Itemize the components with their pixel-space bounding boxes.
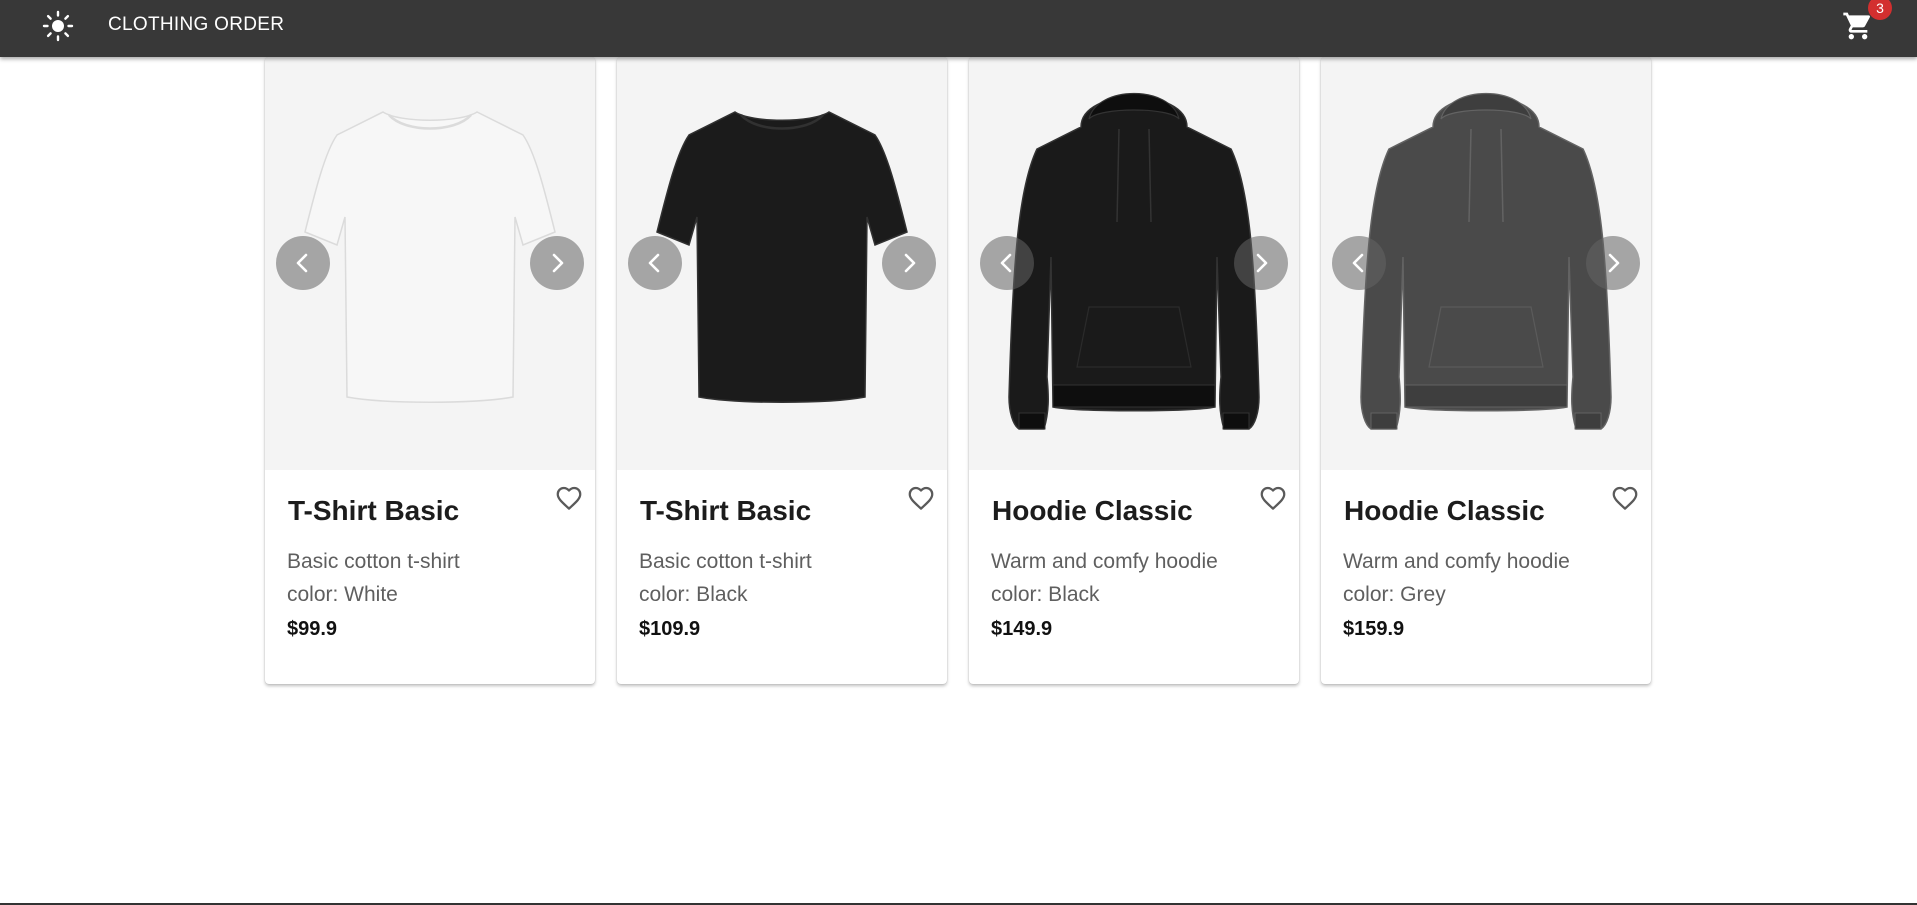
heart-outline-icon: [1612, 486, 1638, 510]
hoodie-waistband: [1052, 384, 1216, 408]
product-color: color: Black: [639, 583, 748, 606]
heart-outline-icon: [908, 486, 934, 510]
product-image-carousel: [969, 57, 1299, 470]
heart-outline-icon: [556, 486, 582, 510]
carousel-prev-button[interactable]: [276, 236, 330, 290]
chevron-left-icon: [296, 253, 308, 273]
theme-toggle-button[interactable]: [40, 8, 76, 44]
chevron-right-icon: [1256, 253, 1268, 273]
hoodie-cuff-left: [1018, 412, 1046, 430]
product-image-carousel: [265, 57, 595, 470]
tshirt-shape: [656, 111, 908, 403]
chevron-left-icon: [1000, 253, 1012, 273]
product-price: $99.9: [287, 618, 338, 640]
product-price: $149.9: [991, 618, 1053, 640]
favorite-button[interactable]: [905, 482, 937, 514]
product-price: $159.9: [1343, 618, 1405, 640]
product-card[interactable]: Hoodie Classic Warm and comfy hoodie col…: [1321, 57, 1651, 684]
product-title: Hoodie Classic: [992, 495, 1193, 526]
hoodie-body: [1008, 96, 1260, 430]
favorite-button[interactable]: [1609, 482, 1641, 514]
product-image-carousel: [617, 57, 947, 470]
product-title: T-Shirt Basic: [640, 495, 812, 526]
product-title: Hoodie Classic: [1344, 495, 1545, 526]
heart-outline-icon: [1260, 486, 1286, 510]
product-description: Warm and comfy hoodie: [991, 550, 1218, 573]
carousel-next-button[interactable]: [530, 236, 584, 290]
chevron-left-icon: [648, 253, 660, 273]
product-description: Basic cotton t-shirt: [639, 550, 812, 573]
product-description: Warm and comfy hoodie: [1343, 550, 1570, 573]
product-color: color: Grey: [1343, 583, 1446, 606]
product-color: color: White: [287, 583, 398, 606]
hoodie-waistband: [1404, 384, 1568, 408]
hoodie-cuff-left: [1370, 412, 1398, 430]
chevron-right-icon: [1608, 253, 1620, 273]
carousel-prev-button[interactable]: [628, 236, 682, 290]
product-card[interactable]: Hoodie Classic Warm and comfy hoodie col…: [969, 57, 1299, 684]
product-card[interactable]: T-Shirt Basic Basic cotton t-shirt color…: [617, 57, 947, 684]
product-image-carousel: [1321, 57, 1651, 470]
cart-count-badge: 3: [1868, 0, 1892, 20]
chevron-right-icon: [904, 253, 916, 273]
product-title: T-Shirt Basic: [288, 495, 460, 526]
product-card[interactable]: T-Shirt Basic Basic cotton t-shirt color…: [265, 57, 595, 684]
carousel-prev-button[interactable]: [980, 236, 1034, 290]
tshirt-shape: [304, 111, 556, 403]
favorite-button[interactable]: [1257, 482, 1289, 514]
sun-icon: [42, 10, 74, 42]
product-description: Basic cotton t-shirt: [287, 550, 460, 573]
product-color: color: Black: [991, 583, 1100, 606]
hoodie-body: [1360, 96, 1612, 430]
carousel-next-button[interactable]: [1586, 236, 1640, 290]
favorite-button[interactable]: [553, 482, 585, 514]
carousel-next-button[interactable]: [882, 236, 936, 290]
carousel-prev-button[interactable]: [1332, 236, 1386, 290]
hoodie-cuff-right: [1574, 412, 1602, 430]
product-grid: T-Shirt Basic Basic cotton t-shirt color…: [265, 57, 1651, 684]
app-bar: CLOTHING ORDER 3: [0, 0, 1917, 57]
product-price: $109.9: [639, 618, 701, 640]
chevron-right-icon: [552, 253, 564, 273]
hoodie-cuff-right: [1222, 412, 1250, 430]
chevron-left-icon: [1352, 253, 1364, 273]
app-title: CLOTHING ORDER: [108, 14, 285, 35]
carousel-next-button[interactable]: [1234, 236, 1288, 290]
